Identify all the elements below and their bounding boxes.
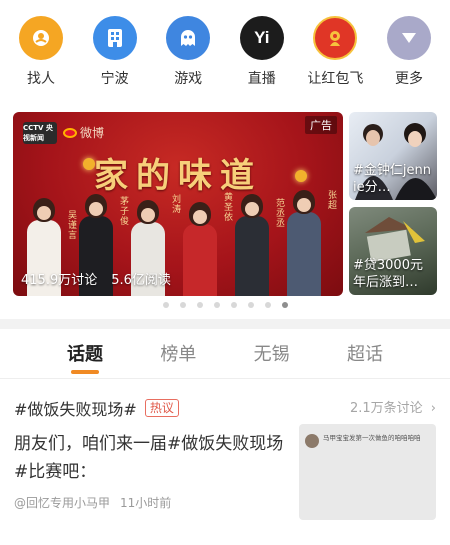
carousel-dot[interactable] [179,302,186,308]
thumbnail-text: 马甲宝宝发第一次做鱼的咱咱咱咱 [323,434,421,442]
live-icon-glyph: Yi [254,28,270,47]
tab-wuxi[interactable]: 无锡 [237,336,307,376]
carousel-dot[interactable] [247,302,254,308]
carousel-dot[interactable] [230,302,237,308]
topic-author[interactable]: @回忆专用小马甲 [14,494,110,511]
side-banner-caption: #金钟仁jennie分… [353,163,431,195]
side-banner-bottom[interactable]: #贷3000元年后涨到… [349,207,437,295]
avatar [305,434,319,448]
cast-member [287,190,321,296]
cast-name: 刘涛 [170,194,180,214]
quick-item-label: 更多 [394,71,423,87]
weibo-logo: 微博 [63,124,104,141]
quick-item-label: 宁波 [100,71,129,87]
quick-item-find-people[interactable]: 找人 [6,16,76,96]
topic-time: 11小时前 [120,496,172,510]
carousel-dot[interactable] [281,302,288,308]
side-banner-caption: #贷3000元年后涨到… [353,258,423,290]
section-divider [0,319,450,329]
quick-item-live[interactable]: Yi 直播 [227,16,297,96]
quick-icon-row: 找人 宁波 游戏 Yi 直播 让红包飞 更多 [6,16,444,96]
cctv-news-logo: CCTV 央视新闻 [23,122,57,144]
banner-stats: 415.9万讨论 5.6亿阅读 [21,269,171,288]
quick-item-label: 直播 [247,71,276,87]
quick-item-label: 让红包飞 [307,71,364,87]
cast-member [235,194,269,296]
game-ghost-icon [166,16,211,60]
quick-item-label: 找人 [27,71,55,87]
tab-divider [0,378,450,379]
quick-item-more[interactable]: 更多 [374,16,444,96]
red-envelope-icon [313,16,358,60]
carousel-dot[interactable] [213,302,220,308]
magnifier-person-icon [19,16,63,60]
cast-name: 张超 [326,190,336,210]
ad-label: 广告 [305,116,337,134]
tab-rankings[interactable]: 榜单 [143,336,213,376]
quick-item-games[interactable]: 游戏 [153,16,223,96]
topic-meta: @回忆专用小马甲 11小时前 [14,494,171,511]
cast-name: 茅子俊 [118,196,128,226]
topic-tabs: 话题 榜单 无锡 超话 [50,336,400,376]
topic-title: #做饭失败现场# [14,400,137,419]
side-banner-top[interactable]: #金钟仁jennie分… [349,112,437,200]
carousel-dot[interactable] [264,302,271,308]
carousel-dot[interactable] [196,302,203,308]
topic-count-text: 2.1万条讨论 [349,401,423,416]
tab-super-topics[interactable]: 超话 [330,336,400,376]
main-banner[interactable]: CCTV 央视新闻 微博 广告 家的味道 吴谨言 茅子俊 刘涛 黄圣依 范丞丞 … [13,112,343,296]
weibo-logo-text: 微博 [80,126,105,140]
carousel-indicator [0,302,450,308]
cast-name: 黄圣依 [222,192,232,222]
cast-name: 吴谨言 [66,210,76,240]
cast-member [183,202,217,296]
quick-item-ningbo[interactable]: 宁波 [80,16,150,96]
lantern-decoration [83,158,95,170]
weibo-eye-icon [63,127,77,138]
live-yi-icon: Yi [239,16,284,60]
carousel-dot[interactable] [162,302,169,308]
topic-post-body[interactable]: 朋友们，咱们来一届#做饭失败现场#比赛吧： [14,430,286,486]
topic-thumbnail[interactable]: 马甲宝宝发第一次做鱼的咱咱咱咱 [299,424,436,520]
chevron-right-icon: › [430,401,436,416]
topic-discussion-count[interactable]: 2.1万条讨论 › [350,397,436,416]
cast-name: 范丞丞 [274,198,284,228]
topic-header[interactable]: #做饭失败现场# 热议 [14,396,179,420]
quick-item-red-envelope[interactable]: 让红包飞 [300,16,370,96]
discussion-count: 415.9万讨论 [21,273,98,288]
hot-badge: 热议 [144,399,179,417]
read-count: 5.6亿阅读 [111,273,171,288]
building-icon [92,16,137,60]
chevron-down-icon [386,16,431,60]
quick-item-label: 游戏 [174,71,203,87]
tab-topics[interactable]: 话题 [50,336,120,376]
